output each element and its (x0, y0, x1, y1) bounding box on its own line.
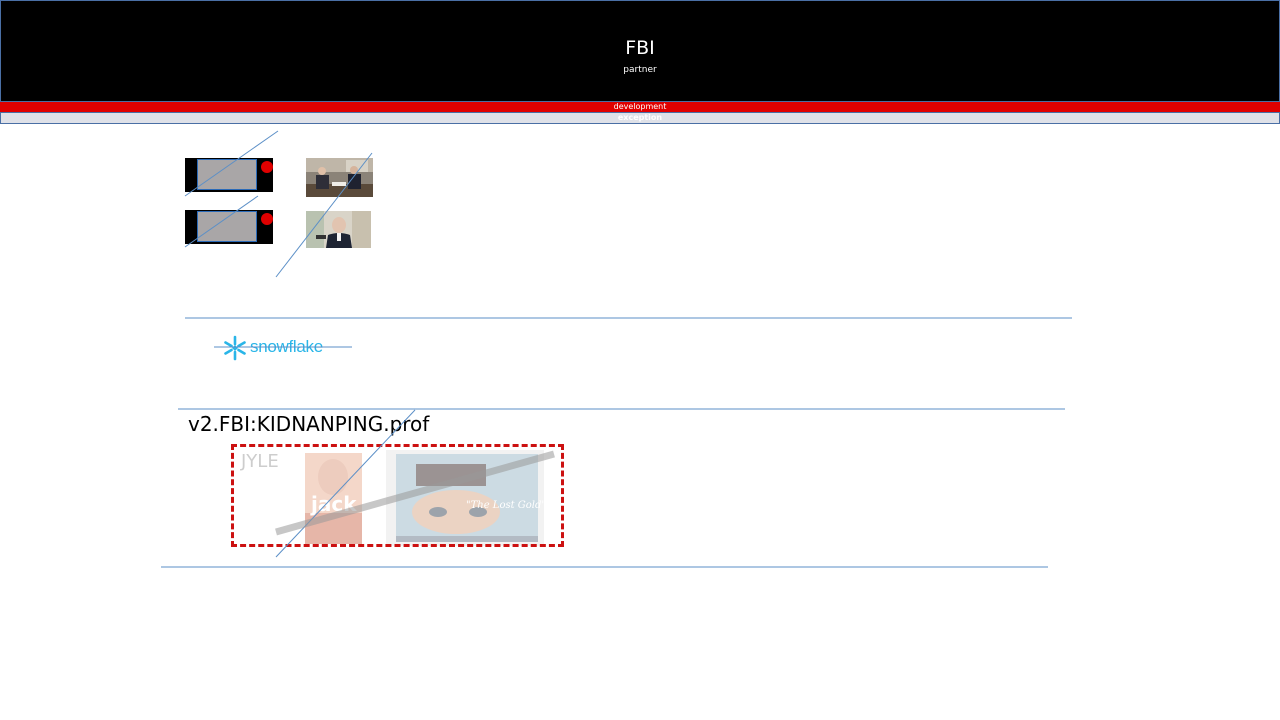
header-title: FBI (625, 37, 655, 59)
grey-band-label: exception (617, 113, 663, 122)
logo-text: snowflake (250, 337, 323, 356)
meeting-photo[interactable] (306, 158, 373, 197)
slide: FBI partner development exception snowfl… (0, 0, 1280, 720)
device-screen (197, 211, 257, 242)
evidence-box[interactable] (231, 444, 564, 547)
device-screen (197, 159, 257, 190)
device-thumbnail[interactable] (185, 158, 273, 192)
red-band-label: development (613, 102, 667, 111)
snowflake-icon (224, 335, 246, 361)
meeting-photo-image (306, 158, 373, 197)
record-indicator-icon (261, 161, 273, 173)
record-indicator-icon (261, 213, 273, 225)
interview-photo[interactable] (306, 211, 371, 248)
snowflake-logo: snowflake (222, 334, 342, 362)
profile-title: v2.FBI:KIDNANPING.prof (188, 412, 430, 436)
device-thumbnail[interactable] (185, 210, 273, 244)
header-subtitle: partner (623, 65, 657, 75)
interview-photo-image (306, 211, 371, 248)
